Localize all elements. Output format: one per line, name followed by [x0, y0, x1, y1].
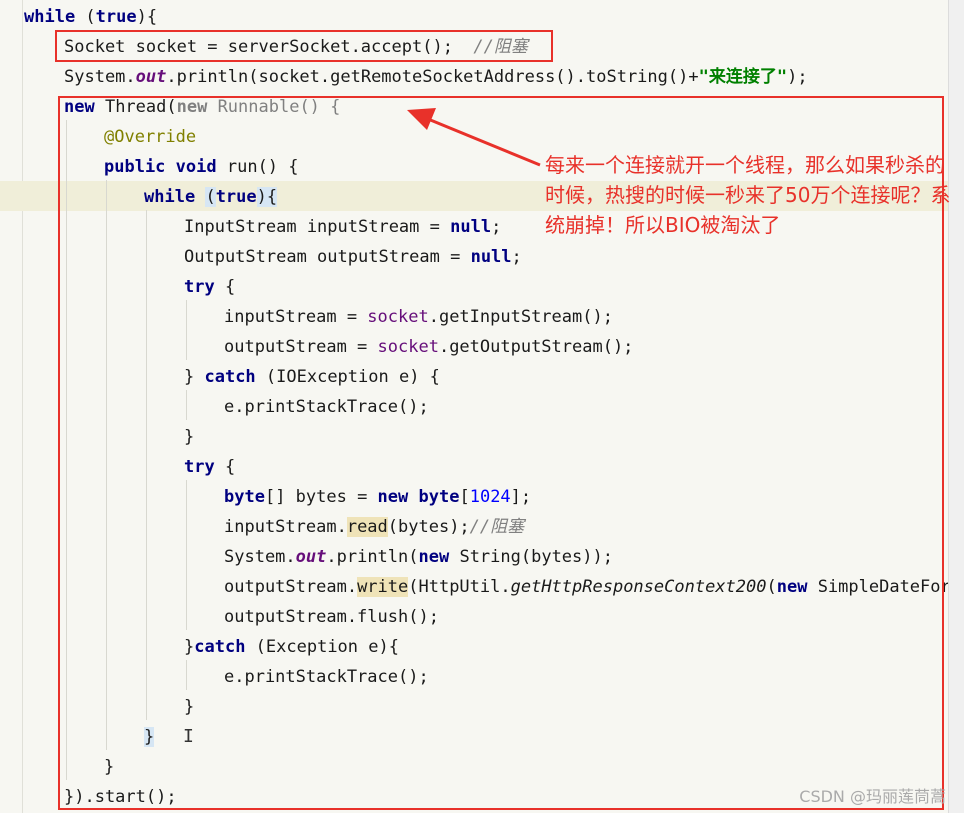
- editor-scrollbar[interactable]: [948, 0, 964, 813]
- watermark: CSDN @玛丽莲茼蒿: [799, 787, 946, 806]
- code-line[interactable]: while (true){: [24, 2, 157, 32]
- annotation-text: 每来一个连接就开一个线程，那么如果秒杀的时候，热搜的时候一秒来了50万个连接呢？…: [545, 153, 951, 237]
- accept-highlight-box: [55, 30, 553, 62]
- gutter-divider: [22, 0, 23, 813]
- code-line[interactable]: System.out.println(socket.getRemoteSocke…: [64, 62, 808, 92]
